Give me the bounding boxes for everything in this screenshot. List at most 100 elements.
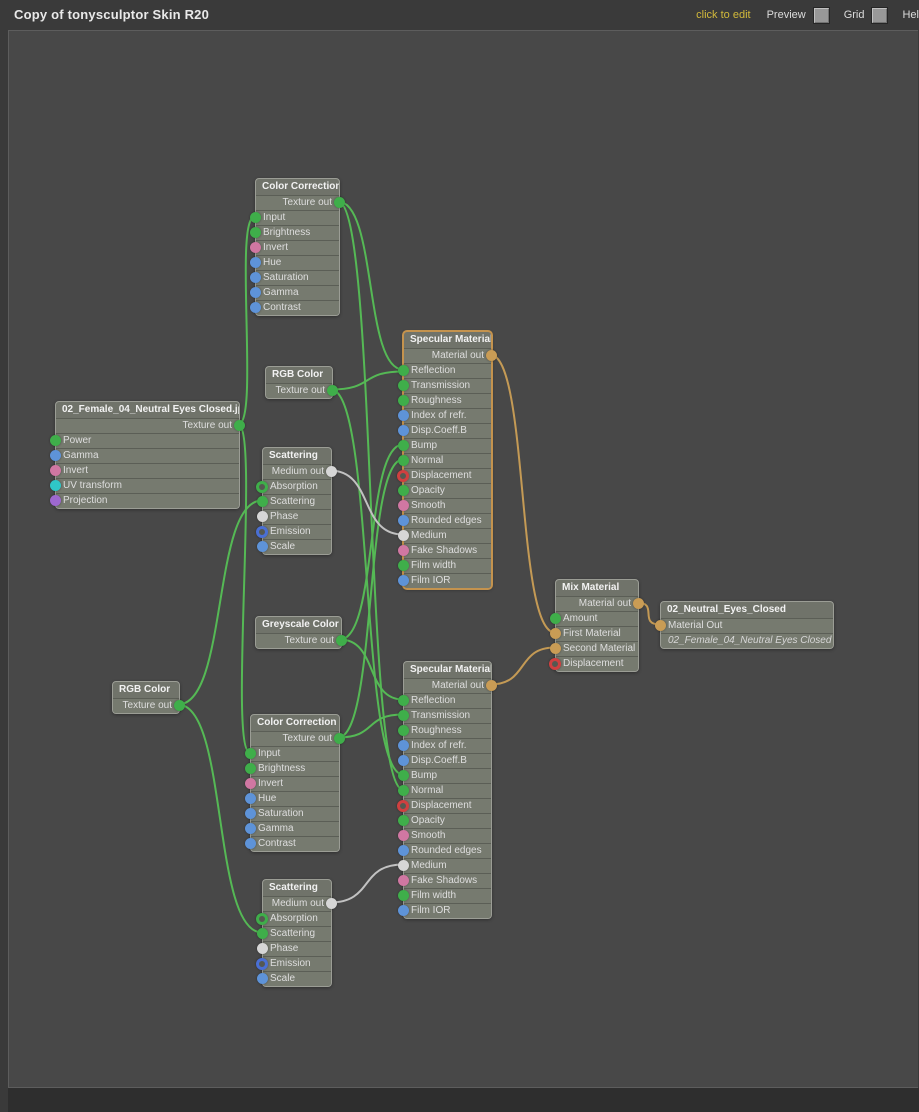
input-port-emission[interactable] (256, 526, 268, 538)
node-color-correction-1[interactable]: Color Correction Texture out Input Brightne… (250, 178, 345, 316)
input-port-displacement[interactable] (397, 470, 409, 482)
input-port-input[interactable] (250, 212, 261, 223)
port-row-fake-shadows: Fake Shadows (398, 873, 491, 888)
input-port-brightness[interactable] (250, 227, 261, 238)
port-row-projection: Projection (50, 493, 239, 508)
input-port-normal[interactable] (398, 455, 409, 466)
input-port-index-of-refr[interactable] (398, 410, 409, 421)
input-port-first-material[interactable] (550, 628, 561, 639)
input-port-gamma[interactable] (250, 287, 261, 298)
input-port-invert[interactable] (250, 242, 261, 253)
node-specular-material-1[interactable]: Specular Material Material out Reflection T… (397, 331, 497, 589)
input-port-projection[interactable] (50, 495, 61, 506)
output-port-texture-out[interactable] (327, 385, 338, 396)
output-port-material-out[interactable] (633, 598, 644, 609)
input-port-contrast[interactable] (245, 838, 256, 849)
input-port-bump[interactable] (398, 770, 409, 781)
input-port-transmission[interactable] (398, 380, 409, 391)
node-title-material-output: 02_Neutral_Eyes_Closed (667, 604, 786, 615)
node-scattering-2[interactable]: Scattering Medium out Absorption Scattering… (256, 879, 337, 987)
node-scattering-1[interactable]: Scattering Medium out Absorption Scattering… (256, 447, 337, 555)
input-port-transmission[interactable] (398, 710, 409, 721)
input-port-opacity[interactable] (398, 485, 409, 496)
input-port-opacity[interactable] (398, 815, 409, 826)
input-port-scattering[interactable] (257, 928, 268, 939)
input-port-fake-shadows[interactable] (398, 545, 409, 556)
input-port-film-width[interactable] (398, 560, 409, 571)
input-port-brightness[interactable] (245, 763, 256, 774)
input-port-roughness[interactable] (398, 725, 409, 736)
output-port-texture-out[interactable] (336, 635, 347, 646)
input-port-amount[interactable] (550, 613, 561, 624)
node-title-rgb-color-2: RGB Color (119, 684, 171, 695)
output-port-medium-out[interactable] (326, 898, 337, 909)
port-row-power: Power (50, 433, 239, 448)
input-port-index-of-refr[interactable] (398, 740, 409, 751)
input-port-hue[interactable] (245, 793, 256, 804)
input-port-hue[interactable] (250, 257, 261, 268)
input-port-displacement[interactable] (397, 800, 409, 812)
input-port-emission[interactable] (256, 958, 268, 970)
node-title-mix-material: Mix Material (562, 582, 620, 593)
output-port-texture-out[interactable] (234, 420, 245, 431)
input-port-medium[interactable] (398, 530, 409, 541)
input-port-contrast[interactable] (250, 302, 261, 313)
input-port-film-width[interactable] (398, 890, 409, 901)
input-port-saturation[interactable] (245, 808, 256, 819)
node-rgb-color-2[interactable]: RGB Color Texture out (112, 681, 185, 714)
input-port-fake-shadows[interactable] (398, 875, 409, 886)
input-port-reflection[interactable] (398, 695, 409, 706)
input-port-gamma[interactable] (50, 450, 61, 461)
input-port-rounded-edges[interactable] (398, 515, 409, 526)
output-port-texture-out[interactable] (174, 700, 185, 711)
input-port-film-ior[interactable] (398, 905, 409, 916)
port-row-gamma: Gamma (50, 448, 239, 463)
port-row-medium-out: Medium out (263, 464, 337, 479)
output-port-texture-out[interactable] (334, 733, 345, 744)
input-port-disp-coeff-b[interactable] (398, 755, 409, 766)
input-port-absorption[interactable] (256, 913, 268, 925)
input-port-bump[interactable] (398, 440, 409, 451)
input-port-roughness[interactable] (398, 395, 409, 406)
node-material-output[interactable]: 02_Neutral_Eyes_Closed Material Out 02_Fem… (655, 601, 834, 649)
input-port-invert[interactable] (50, 465, 61, 476)
port-row-hue: Hue (250, 255, 339, 270)
input-port-disp-coeff-b[interactable] (398, 425, 409, 436)
node-title-scattering-2: Scattering (269, 882, 318, 893)
node-greyscale-color[interactable]: Greyscale Color Texture out (255, 616, 347, 649)
input-port-normal[interactable] (398, 785, 409, 796)
input-port-smooth[interactable] (398, 500, 409, 511)
port-row-roughness: Roughness (398, 723, 491, 738)
input-port-input[interactable] (245, 748, 256, 759)
output-port-material-out[interactable] (486, 680, 497, 691)
input-port-medium[interactable] (398, 860, 409, 871)
input-port-saturation[interactable] (250, 272, 261, 283)
node-color-correction-2[interactable]: Color Correction Texture out Input Brightne… (245, 714, 345, 852)
output-port-medium-out[interactable] (326, 466, 337, 477)
output-port-material-out[interactable] (486, 350, 497, 361)
node-mix-material[interactable]: Mix Material Material out Amount First Mate… (549, 579, 644, 672)
input-port-reflection[interactable] (398, 365, 409, 376)
input-port-scale[interactable] (257, 973, 268, 984)
node-rgb-color-1[interactable]: RGB Color Texture out (265, 366, 338, 399)
input-port-scattering[interactable] (257, 496, 268, 507)
input-port-uv-transform[interactable] (50, 480, 61, 491)
input-port-power[interactable] (50, 435, 61, 446)
input-port-phase[interactable] (257, 943, 268, 954)
output-port-texture-out[interactable] (334, 197, 345, 208)
input-port-scale[interactable] (257, 541, 268, 552)
input-port-phase[interactable] (257, 511, 268, 522)
input-port-invert[interactable] (245, 778, 256, 789)
input-port-film-ior[interactable] (398, 575, 409, 586)
input-port-displacement[interactable] (549, 658, 561, 670)
input-port-second-material[interactable] (550, 643, 561, 654)
input-port-material-out[interactable] (655, 620, 666, 631)
input-port-rounded-edges[interactable] (398, 845, 409, 856)
input-port-gamma[interactable] (245, 823, 256, 834)
node-bitmap[interactable]: 02_Female_04_Neutral Eyes Closed.jpg Text… (50, 401, 245, 509)
node-title-scattering-1: Scattering (269, 450, 318, 461)
input-port-smooth[interactable] (398, 830, 409, 841)
node-specular-material-2[interactable]: Specular Material Material out Reflection T… (397, 661, 497, 919)
input-port-absorption[interactable] (256, 481, 268, 493)
port-row-invert: Invert (50, 463, 239, 478)
